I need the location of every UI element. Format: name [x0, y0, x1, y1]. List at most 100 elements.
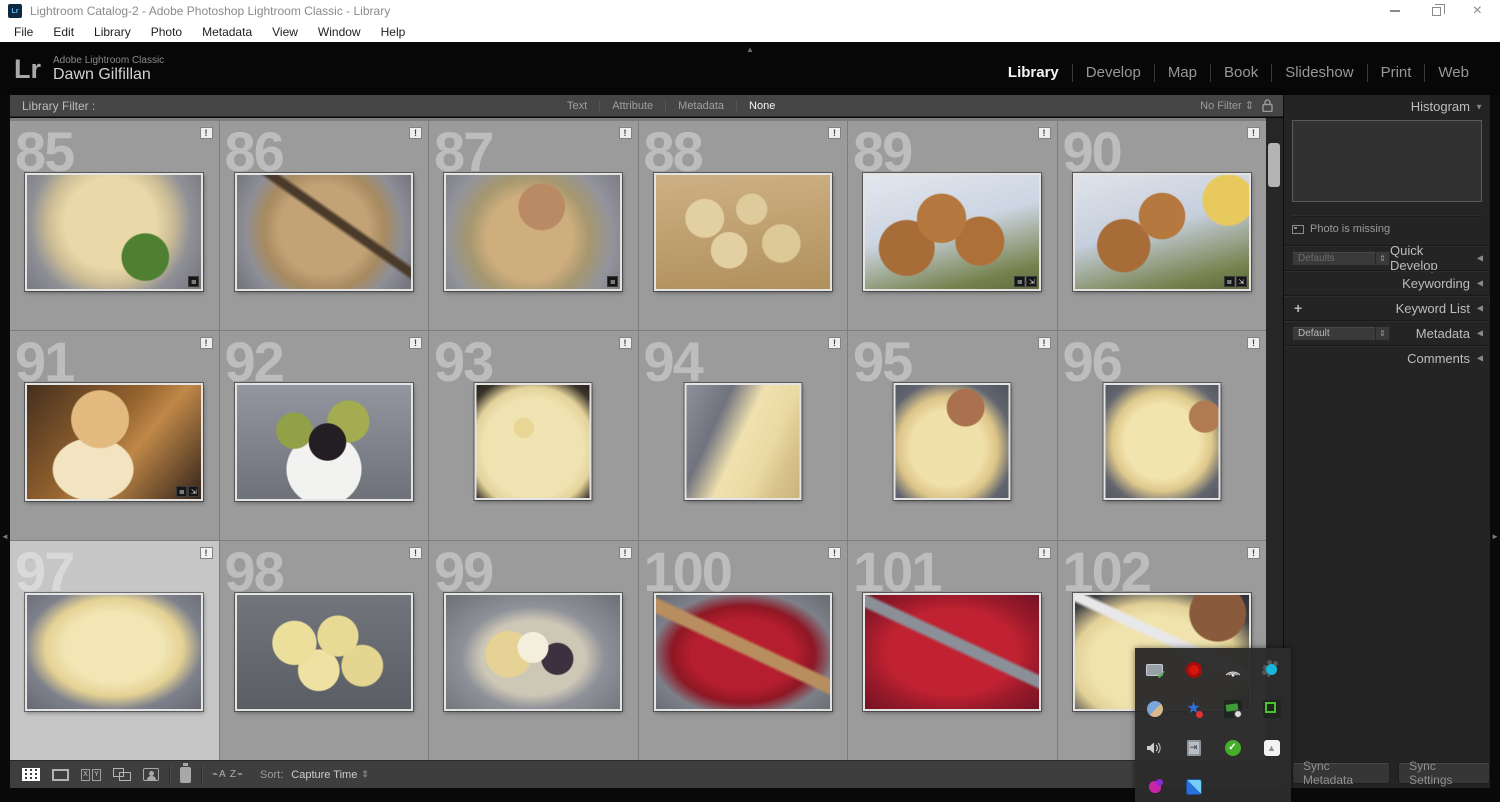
missing-photo-badge[interactable]: !	[619, 337, 632, 349]
photo-thumbnail[interactable]: ≣⇲	[25, 383, 203, 501]
loupe-view-button[interactable]	[52, 766, 69, 784]
green-dashed-square-icon[interactable]	[1262, 699, 1282, 719]
photo-thumbnail[interactable]: ≣	[25, 173, 203, 291]
module-tab-library[interactable]: Library	[995, 64, 1072, 82]
blue-mosaic-icon[interactable]	[1184, 777, 1204, 797]
filter-preset-dropdown[interactable]: No Filter ⇕	[1200, 99, 1254, 112]
panel-section-keyword-list[interactable]: +Keyword List◀	[1284, 295, 1490, 320]
blue-star-alert-icon[interactable]: ★	[1184, 699, 1204, 719]
missing-photo-badge[interactable]: !	[1247, 127, 1260, 139]
menu-metadata[interactable]: Metadata	[192, 23, 262, 41]
photo-thumbnail[interactable]: ≣⇲	[863, 173, 1041, 291]
missing-photo-badge[interactable]: !	[409, 547, 422, 559]
photo-cell-99[interactable]: 99!	[429, 541, 638, 760]
right-panel-collapse-icon[interactable]: ►	[1491, 532, 1499, 541]
menu-photo[interactable]: Photo	[141, 23, 192, 41]
module-tab-web[interactable]: Web	[1424, 64, 1482, 82]
missing-photo-badge[interactable]: !	[619, 127, 632, 139]
photo-thumbnail[interactable]	[654, 593, 832, 711]
sync-settings-button[interactable]: Sync Settings	[1398, 762, 1490, 784]
grid-view-button[interactable]	[22, 766, 40, 784]
photo-thumbnail[interactable]	[1103, 383, 1220, 500]
white-drive-triangle-icon[interactable]: ▲	[1262, 738, 1282, 758]
top-panel-collapse-icon[interactable]: ▲	[746, 45, 754, 54]
photo-cell-92[interactable]: 92!	[220, 331, 429, 540]
photo-cell-96[interactable]: 96!	[1058, 331, 1267, 540]
sort-direction-button[interactable]: ⌁A Z⌁	[212, 769, 244, 780]
restore-button[interactable]	[1432, 7, 1441, 16]
crop-badge-icon[interactable]: ⇲	[1026, 276, 1037, 287]
sync-metadata-button[interactable]: Sync Metadata	[1292, 762, 1390, 784]
left-panel-collapsed-strip[interactable]: ◄	[0, 95, 10, 788]
photo-cell-90[interactable]: 90!≣⇲	[1058, 121, 1267, 330]
photo-thumbnail[interactable]	[894, 383, 1011, 500]
photo-thumbnail[interactable]	[863, 593, 1041, 711]
close-button[interactable]: ×	[1473, 6, 1482, 16]
people-view-button[interactable]	[143, 766, 159, 784]
photo-thumbnail[interactable]	[235, 383, 413, 501]
photo-cell-101[interactable]: 101!	[848, 541, 1057, 760]
photo-cell-91[interactable]: 91!≣⇲	[10, 331, 219, 540]
missing-photo-badge[interactable]: !	[1038, 337, 1051, 349]
survey-view-button[interactable]	[113, 766, 131, 784]
photo-cell-93[interactable]: 93!	[429, 331, 638, 540]
filter-option-text[interactable]: Text	[555, 100, 599, 112]
missing-photo-badge[interactable]: !	[200, 337, 213, 349]
compare-view-button[interactable]: XY	[81, 766, 101, 784]
missing-photo-badge[interactable]: !	[1038, 547, 1051, 559]
green-check-circle-icon[interactable]: ✓	[1223, 738, 1243, 758]
crop-badge-icon[interactable]: ⇲	[188, 486, 199, 497]
photo-thumbnail[interactable]	[25, 593, 203, 711]
photo-cell-100[interactable]: 100!	[639, 541, 848, 760]
missing-photo-badge[interactable]: !	[828, 547, 841, 559]
panel-section-comments[interactable]: Comments◀	[1284, 345, 1490, 370]
meta-badge-icon[interactable]: ≣	[607, 276, 618, 287]
preset-spinner-icon[interactable]: ⇕	[1376, 251, 1390, 266]
photo-cell-87[interactable]: 87!≣	[429, 121, 638, 330]
photo-thumbnail[interactable]	[235, 593, 413, 711]
sort-criteria-dropdown[interactable]: Capture Time	[291, 769, 357, 781]
meta-badge-icon[interactable]: ≣	[188, 276, 199, 287]
globe-half-icon[interactable]	[1145, 699, 1165, 719]
missing-photo-badge[interactable]: !	[619, 547, 632, 559]
panel-section-quick-develop[interactable]: Defaults⇕Quick Develop◀	[1284, 245, 1490, 270]
module-tab-map[interactable]: Map	[1154, 64, 1210, 82]
module-tab-print[interactable]: Print	[1367, 64, 1425, 82]
menu-file[interactable]: File	[4, 23, 43, 41]
menu-view[interactable]: View	[262, 23, 308, 41]
module-tab-slideshow[interactable]: Slideshow	[1271, 64, 1366, 82]
missing-photo-badge[interactable]: !	[1247, 337, 1260, 349]
missing-photo-badge[interactable]: !	[200, 127, 213, 139]
menu-library[interactable]: Library	[84, 23, 141, 41]
photo-thumbnail[interactable]	[684, 383, 801, 500]
meta-badge-icon[interactable]: ≣	[1014, 276, 1025, 287]
gray-window-icon[interactable]: ⇥	[1184, 738, 1204, 758]
padlock-icon[interactable]	[1262, 99, 1273, 112]
wireless-signal-icon[interactable]	[1223, 660, 1243, 680]
preset-dropdown[interactable]: Default⇕	[1292, 326, 1390, 341]
filter-option-attribute[interactable]: Attribute	[599, 100, 665, 112]
red-security-icon[interactable]	[1184, 660, 1204, 680]
painter-tool-button[interactable]	[180, 766, 191, 784]
volume-speaker-icon[interactable]	[1145, 738, 1165, 758]
menu-edit[interactable]: Edit	[43, 23, 84, 41]
filter-option-metadata[interactable]: Metadata	[665, 100, 736, 112]
photo-cell-97[interactable]: 97!	[10, 541, 219, 760]
grid-scrollbar-thumb[interactable]	[1268, 143, 1280, 187]
photo-cell-94[interactable]: 94!	[639, 331, 848, 540]
photo-thumbnail[interactable]	[475, 383, 592, 500]
minimize-button[interactable]	[1390, 10, 1400, 12]
preset-spinner-icon[interactable]: ⇕	[1376, 326, 1390, 341]
missing-photo-badge[interactable]: !	[1247, 547, 1260, 559]
missing-photo-badge[interactable]: !	[828, 337, 841, 349]
sort-spinner-icon[interactable]: ⇕	[361, 769, 369, 780]
filter-option-none[interactable]: None	[736, 100, 787, 112]
meta-badge-icon[interactable]: ≣	[176, 486, 187, 497]
photo-cell-95[interactable]: 95!	[848, 331, 1057, 540]
photo-thumbnail[interactable]: ≣⇲	[1073, 173, 1251, 291]
missing-photo-badge[interactable]: !	[1038, 127, 1051, 139]
module-tab-book[interactable]: Book	[1210, 64, 1271, 82]
magenta-blob-icon[interactable]	[1145, 777, 1165, 797]
missing-photo-badge[interactable]: !	[409, 127, 422, 139]
missing-photo-badge[interactable]: !	[409, 337, 422, 349]
